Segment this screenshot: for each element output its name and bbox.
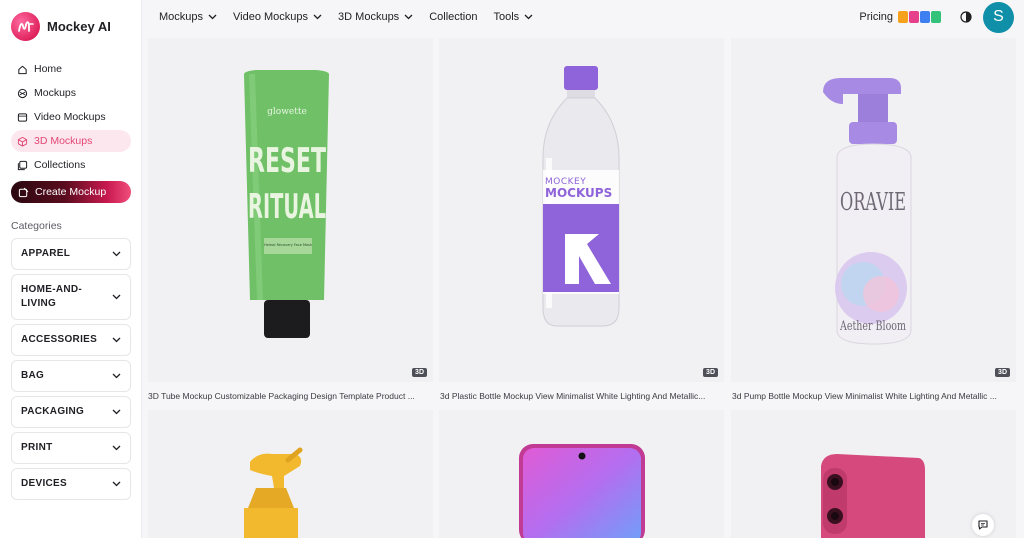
- 3d-badge: 3D: [995, 368, 1010, 377]
- chevron-down-icon: [112, 337, 121, 343]
- brand-name: Mockey AI: [47, 19, 111, 34]
- pump-bottle-mockup-image: ORAVIE Aether Bloom: [823, 78, 912, 345]
- category-label: ACCESSORIES: [21, 334, 98, 345]
- category-print[interactable]: PRINT: [11, 432, 131, 464]
- mockup-card[interactable]: MOCKEY MOCKUPS 3D: [439, 38, 724, 382]
- category-label: PACKAGING: [21, 406, 85, 417]
- category-home-and-living[interactable]: HOME-AND- LIVING: [11, 274, 131, 320]
- 3d-badge: 3D: [412, 368, 427, 377]
- mockup-caption[interactable]: 3d Plastic Bottle Mockup View Minimalist…: [440, 391, 727, 401]
- 3d-badge: 3D: [703, 368, 718, 377]
- topnav-label: 3D Mockups: [338, 11, 400, 23]
- tube-headline-1: RESET: [248, 141, 327, 181]
- chevron-down-icon: [404, 14, 413, 20]
- category-accessories[interactable]: ACCESSORIES: [11, 324, 131, 356]
- topnav-tools[interactable]: Tools: [494, 11, 534, 23]
- sidebar-item-label: 3D Mockups: [34, 135, 93, 147]
- topnav-video-mockups[interactable]: Video Mockups: [233, 11, 322, 23]
- create-mockup-label: Create Mockup: [35, 186, 107, 198]
- topnav-label: Collection: [429, 11, 478, 23]
- pricing-link[interactable]: Pricing: [859, 11, 893, 23]
- mockup-card[interactable]: [148, 410, 433, 538]
- brand[interactable]: Mockey AI: [11, 12, 111, 41]
- mockup-caption[interactable]: 3d Pump Bottle Mockup View Minimalist Wh…: [732, 391, 1019, 401]
- chat-support-button[interactable]: [972, 514, 994, 536]
- chevron-down-icon: [524, 14, 533, 20]
- tube-subtitle-text: Herbal Recovery Face Mask: [264, 243, 313, 247]
- chevron-down-icon: [313, 14, 322, 20]
- sidebar-item-label: Collections: [34, 159, 86, 171]
- topnav-label: Mockups: [159, 11, 204, 23]
- topnav-collection[interactable]: Collection: [429, 11, 477, 23]
- pump-subtitle-text: Aether Bloom: [839, 319, 906, 334]
- topnav-label: Video Mockups: [233, 11, 309, 23]
- pump-brand-text: ORAVIE: [840, 188, 906, 216]
- create-icon: [18, 187, 29, 197]
- topnav-mockups[interactable]: Mockups: [159, 11, 217, 23]
- category-label: BAG: [21, 370, 45, 381]
- mockups-icon: [17, 88, 28, 98]
- chevron-down-icon: [112, 373, 121, 379]
- category-packaging[interactable]: PACKAGING: [11, 396, 131, 428]
- categories-list: APPAREL HOME-AND- LIVING ACCESSORIES BAG …: [11, 238, 131, 504]
- badge-blue-icon: [920, 11, 930, 23]
- category-label: HOME-AND- LIVING: [21, 284, 83, 309]
- bottle-headline-text: MOCKUPS: [545, 186, 612, 200]
- category-label: PRINT: [21, 442, 53, 453]
- badge-green-icon: [931, 11, 941, 23]
- chevron-down-icon: [112, 481, 121, 487]
- sidebar: Mockey AI Home Mockups Video Mockups 3D …: [0, 0, 142, 538]
- video-icon: [17, 112, 28, 122]
- mockup-caption[interactable]: 3D Tube Mockup Customizable Packaging De…: [148, 391, 435, 401]
- chevron-down-icon: [112, 445, 121, 451]
- collections-icon: [17, 160, 28, 170]
- phone-front-mockup-image: [519, 444, 645, 538]
- mockup-card[interactable]: [439, 410, 724, 538]
- topnav-3d-mockups[interactable]: 3D Mockups: [338, 11, 413, 23]
- tube-headline-2: RITUAL: [248, 187, 326, 227]
- category-label: APPAREL: [21, 248, 71, 259]
- create-mockup-button[interactable]: Create Mockup: [11, 181, 131, 203]
- tube-brand-text: glowette: [267, 107, 307, 117]
- sidebar-item-home[interactable]: Home: [11, 58, 131, 80]
- topnav-label: Tools: [493, 11, 520, 23]
- theme-toggle-icon[interactable]: [959, 10, 973, 24]
- sidebar-item-collections[interactable]: Collections: [11, 154, 131, 176]
- cube-icon: [17, 136, 28, 147]
- avatar[interactable]: S: [983, 1, 1014, 33]
- categories-title: Categories: [11, 220, 62, 232]
- category-devices[interactable]: DEVICES: [11, 468, 131, 500]
- home-icon: [18, 65, 27, 74]
- top-right-actions: Pricing S: [859, 0, 1014, 34]
- chevron-down-icon: [112, 294, 121, 300]
- chevron-down-icon: [112, 251, 121, 257]
- chevron-down-icon: [112, 409, 121, 415]
- top-navigation-bar: Mockups Video Mockups 3D Mockups Collect…: [142, 0, 1024, 34]
- category-bag[interactable]: BAG: [11, 360, 131, 392]
- spray-trigger-mockup-image: [244, 447, 303, 538]
- sidebar-item-label: Video Mockups: [34, 111, 106, 123]
- sidebar-nav: Home Mockups Video Mockups 3D Mockups Co…: [11, 58, 131, 203]
- mockup-card[interactable]: ORAVIE Aether Bloom 3D: [731, 38, 1016, 382]
- sidebar-item-label: Mockups: [34, 87, 77, 99]
- plastic-bottle-mockup-image: MOCKEY MOCKUPS: [542, 66, 620, 327]
- category-apparel[interactable]: APPAREL: [11, 238, 131, 270]
- chevron-down-icon: [208, 14, 217, 20]
- tube-mockup-image: glowette RESET RITUAL Herbal Recovery Fa…: [244, 70, 329, 338]
- badge-orange-icon: [898, 11, 908, 23]
- brand-logo-icon: [11, 12, 40, 41]
- badge-pink-icon: [909, 11, 919, 23]
- mockup-card[interactable]: glowette RESET RITUAL Herbal Recovery Fa…: [148, 38, 433, 382]
- sidebar-item-3d-mockups[interactable]: 3D Mockups: [11, 130, 131, 152]
- sidebar-item-label: Home: [34, 63, 63, 75]
- sidebar-item-mockups[interactable]: Mockups: [11, 82, 131, 104]
- pricing-badges[interactable]: [898, 11, 941, 23]
- category-label: DEVICES: [21, 478, 68, 489]
- top-nav: Mockups Video Mockups 3D Mockups Collect…: [159, 11, 533, 23]
- chat-icon: [978, 520, 988, 530]
- sidebar-item-video-mockups[interactable]: Video Mockups: [11, 106, 131, 128]
